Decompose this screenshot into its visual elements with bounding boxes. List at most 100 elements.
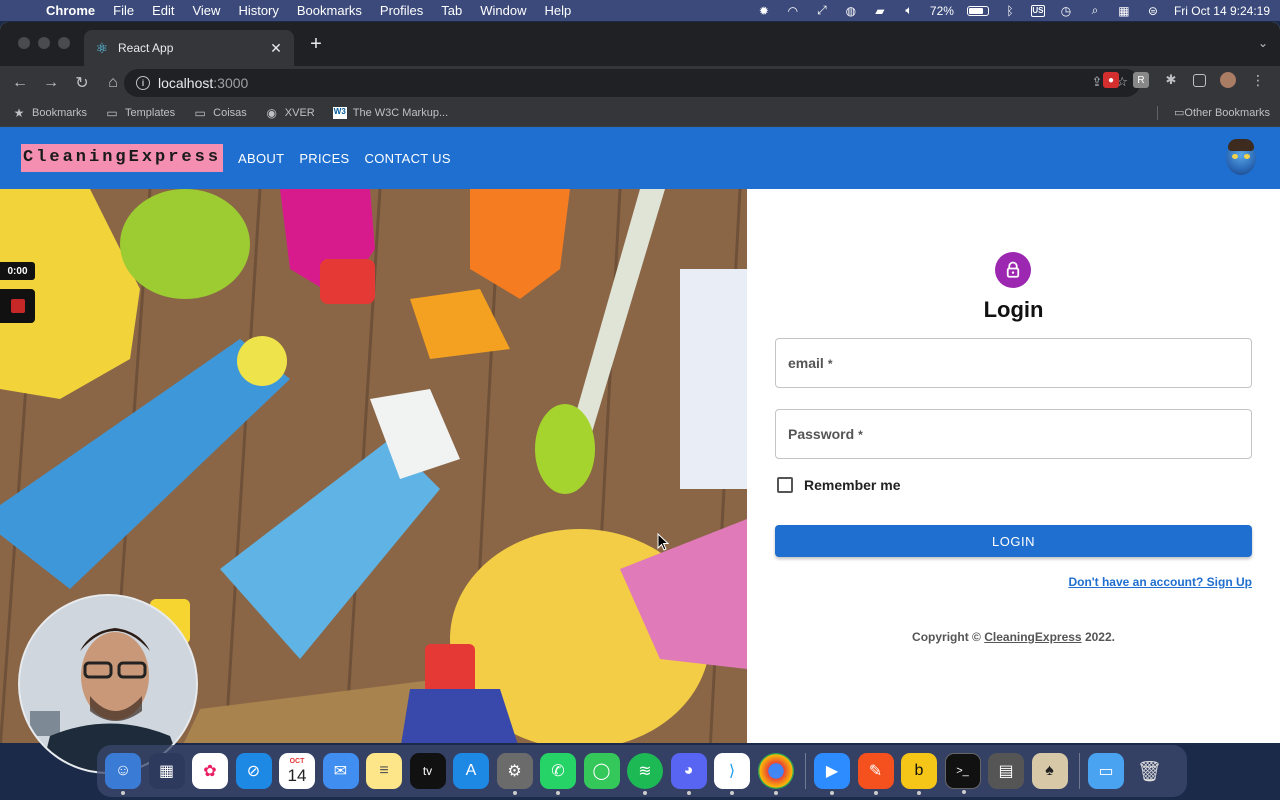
dock-separator [805,753,806,789]
menu-bookmarks[interactable]: Bookmarks [297,3,362,18]
messages-icon[interactable]: ◯ [583,753,620,789]
menu-help[interactable]: Help [545,3,572,18]
macos-menu-bar: Chrome File Edit View History Bookmarks … [0,0,1280,21]
time-machine-icon[interactable]: ◷ [1058,4,1074,18]
menu-file[interactable]: File [113,3,134,18]
password-field[interactable]: Password * [775,409,1252,459]
photos-icon[interactable]: ✿ [192,753,228,789]
bookmark-label: XVER [284,107,315,119]
vpn-globe-icon[interactable]: ◍ [843,4,859,18]
safari-icon[interactable]: ⊘ [235,753,272,789]
nav-contact-us[interactable]: CONTACT US [365,151,451,166]
zoom-icon[interactable]: ▶ [814,753,850,795]
menu-edit[interactable]: Edit [152,3,174,18]
share-icon[interactable]: ⇪ [1091,74,1102,90]
apple-tv-label: tv [422,764,433,778]
vscode-icon[interactable]: ⟩ [714,753,750,795]
bookmark-bookmarks[interactable]: ★ Bookmarks [12,106,87,120]
nav-about[interactable]: ABOUT [238,151,284,166]
chat-icon[interactable]: ▰ [872,4,888,18]
battery-icon[interactable] [966,5,989,16]
back-arrow-icon[interactable]: ← [6,69,34,97]
chrome-menu-icon[interactable]: ⋮ [1250,72,1266,88]
pencil-app-icon[interactable]: ✎ [857,753,894,795]
bookmark-templates[interactable]: ▭ Templates [105,106,175,120]
solitaire-icon[interactable]: ♠ [1031,753,1068,789]
launchpad-icon[interactable]: ▦ [148,753,185,789]
login-button[interactable]: LOGIN [775,525,1252,557]
mail-icon[interactable]: ✉ [322,753,359,789]
terminal-icon[interactable]: >_ [944,753,981,794]
bookmark-label: Templates [125,107,176,119]
close-tab-icon[interactable]: ✕ [268,40,284,56]
new-tab-icon[interactable]: + [306,33,326,55]
input-source-icon[interactable]: US [1030,4,1045,17]
app-store-icon[interactable]: A [453,753,489,789]
volume-icon[interactable]: 🔈︎ [901,3,917,18]
remember-me-checkbox[interactable] [777,477,793,493]
bookmark-label: The W3C Markup... [352,107,449,119]
home-icon[interactable]: ⌂ [99,69,127,97]
app-logo[interactable]: CleaningExpress [21,144,224,172]
finder-icon[interactable]: ☺ [105,753,141,795]
remember-me[interactable]: Remember me [777,477,901,493]
discord-icon[interactable]: ◕ [670,753,707,795]
calculator-icon[interactable]: ▤ [988,753,1024,789]
password-input[interactable] [776,410,1251,458]
copyright-brand-link[interactable]: CleaningExpress [984,630,1081,644]
bookmark-w3c[interactable]: W3 The W3C Markup... [332,107,449,119]
url-host: localhost [158,75,214,91]
trash-icon[interactable]: 🗑︎ [1132,753,1168,789]
system-settings-icon[interactable]: ⚙ [496,753,533,795]
brightness-icon[interactable]: ✹ [756,4,772,18]
menu-tab[interactable]: Tab [441,3,462,18]
extension-red-icon[interactable]: ● [1103,72,1119,88]
site-info-icon[interactable]: i [136,76,150,90]
user-avatar[interactable] [1226,139,1256,175]
close-window-button[interactable] [18,37,30,49]
extension-gray-icon[interactable]: R [1133,72,1149,88]
bluetooth-icon[interactable]: ᛒ [1002,4,1018,18]
tab-react-app[interactable]: ⚛ React App ✕ [84,30,294,66]
address-bar[interactable]: i localhost:3000 ⇪ ☆ [124,69,1140,97]
signup-link[interactable]: Don't have an account? Sign Up [1068,575,1252,589]
side-panel-icon[interactable] [1193,73,1206,87]
stop-icon [10,299,25,313]
zoom-window-button[interactable] [58,37,70,49]
notes-icon[interactable]: ≡ [366,753,402,789]
recording-stop-button[interactable] [0,289,35,323]
profile-avatar-icon[interactable] [1220,72,1236,88]
minimize-window-button[interactable] [38,37,50,49]
calendar-icon[interactable]: OCT 14 [279,753,315,789]
control-center-icon[interactable]: ⊜ [1145,4,1161,18]
bookmark-xver[interactable]: ◉ XVER [265,106,315,120]
forward-arrow-icon[interactable]: → [37,69,65,97]
menu-history[interactable]: History [238,3,278,18]
reload-icon[interactable]: ↻ [68,69,96,97]
apple-tv-icon[interactable]: tv [409,753,446,789]
applications-folder-icon[interactable]: ▭ [1088,753,1124,789]
bookmark-coisas[interactable]: ▭ Coisas [193,106,247,120]
gauge-icon[interactable]: ◠ [785,4,801,18]
nav-prices[interactable]: PRICES [299,151,349,166]
menu-profiles[interactable]: Profiles [380,3,423,18]
email-input[interactable] [776,339,1251,387]
chrome-icon[interactable] [757,753,794,795]
keyboard-icon[interactable]: ▦ [1116,4,1132,18]
extensions-puzzle-icon[interactable]: ✱ [1163,72,1179,88]
menu-app-name[interactable]: Chrome [46,3,95,18]
expand-icon[interactable]: ⤢ [814,3,830,18]
spotify-icon[interactable]: ≋ [627,753,663,795]
other-bookmarks[interactable]: ▭ Other Bookmarks [1174,106,1270,120]
menu-view[interactable]: View [192,3,220,18]
copyright-year: 2022. [1084,630,1115,644]
email-field[interactable]: email * [775,338,1252,388]
w3c-icon: W3 [332,107,347,119]
spotlight-search-icon[interactable]: ⌕ [1087,3,1103,18]
bartender-icon[interactable]: b [901,753,937,795]
menu-window[interactable]: Window [480,3,526,18]
whatsapp-icon[interactable]: ✆ [540,753,576,795]
tab-search-chevron-icon[interactable]: ⌄ [1258,36,1268,50]
url-port: :3000 [213,75,249,91]
menubar-datetime[interactable]: Fri Oct 14 9:24:19 [1174,4,1270,18]
